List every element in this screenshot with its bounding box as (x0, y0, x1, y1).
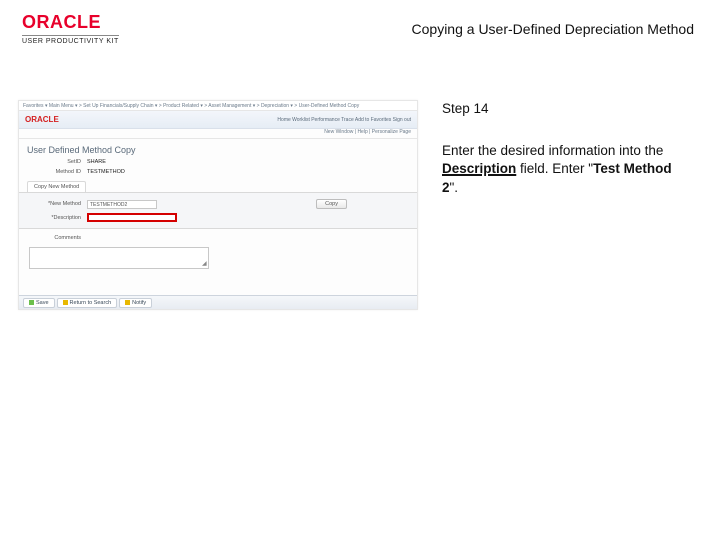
comments-label: Comments (31, 235, 81, 241)
return-label: Return to Search (70, 300, 112, 306)
setid-value: SHARE (87, 159, 106, 165)
app-logo: ORACLE (25, 115, 59, 124)
setid-label: SetID (31, 159, 81, 165)
newmethod-input[interactable]: TESTMETHOD2 (87, 200, 157, 209)
breadcrumb-bar: Favorites ▾ Main Menu ▾ > Set Up Financi… (19, 101, 417, 111)
app-screenshot: Favorites ▾ Main Menu ▾ > Set Up Financi… (18, 100, 418, 310)
page-heading: User Defined Method Copy (19, 139, 417, 157)
instruction-text: Enter the desired information into the D… (442, 142, 678, 197)
methodid-label: Method ID (31, 169, 81, 175)
copy-panel: *New Method TESTMETHOD2 Copy *Descriptio… (19, 192, 417, 229)
comments-row: Comments (19, 229, 417, 243)
breadcrumb: Favorites ▾ Main Menu ▾ > Set Up Financi… (23, 103, 359, 109)
global-links: Home Worklist Performance Trace Add to F… (277, 117, 411, 123)
oracle-wordmark: ORACLE (22, 12, 101, 33)
methodid-row: Method ID TESTMETHOD (19, 167, 417, 177)
resize-grip-icon: ◢ (202, 262, 207, 267)
oracle-upk-logo: ORACLE USER PRODUCTIVITY KIT (22, 12, 119, 45)
page-toolbar-links: New Window | Help | Personalize Page (19, 129, 417, 139)
instr-field-name: Description (442, 161, 516, 176)
step-number: Step 14 (442, 100, 678, 118)
instr-part3: ". (450, 180, 459, 195)
instr-part2: field. Enter " (516, 161, 593, 176)
setid-row: SetID SHARE (19, 157, 417, 167)
brand-row: ORACLE Home Worklist Performance Trace A… (19, 111, 417, 129)
notify-button[interactable]: Notify (119, 298, 152, 308)
newmethod-row: *New Method TESTMETHOD2 Copy (19, 197, 417, 211)
save-icon (29, 300, 34, 305)
notify-label: Notify (132, 300, 146, 306)
newmethod-label: *New Method (31, 201, 81, 207)
instruction-panel: Step 14 Enter the desired information in… (418, 100, 678, 197)
methodid-value: TESTMETHOD (87, 169, 125, 175)
save-button[interactable]: Save (23, 298, 55, 308)
copy-button[interactable]: Copy (316, 199, 347, 209)
content-row: Favorites ▾ Main Menu ▾ > Set Up Financi… (18, 100, 678, 310)
description-row: *Description (19, 211, 417, 224)
footer-toolbar: Save Return to Search Notify (19, 295, 417, 309)
comments-textarea[interactable]: ◢ (29, 247, 209, 269)
search-icon (63, 300, 68, 305)
instr-part1: Enter the desired information into the (442, 143, 663, 158)
tab-copy-new-method[interactable]: Copy New Method (27, 181, 86, 192)
upk-subtitle: USER PRODUCTIVITY KIT (22, 35, 119, 45)
save-label: Save (36, 300, 49, 306)
notify-icon (125, 300, 130, 305)
description-input[interactable] (87, 213, 177, 222)
description-label: *Description (31, 215, 81, 221)
return-to-search-button[interactable]: Return to Search (57, 298, 118, 308)
doc-header: ORACLE USER PRODUCTIVITY KIT Copying a U… (0, 12, 720, 45)
page-title: Copying a User-Defined Depreciation Meth… (412, 21, 694, 37)
